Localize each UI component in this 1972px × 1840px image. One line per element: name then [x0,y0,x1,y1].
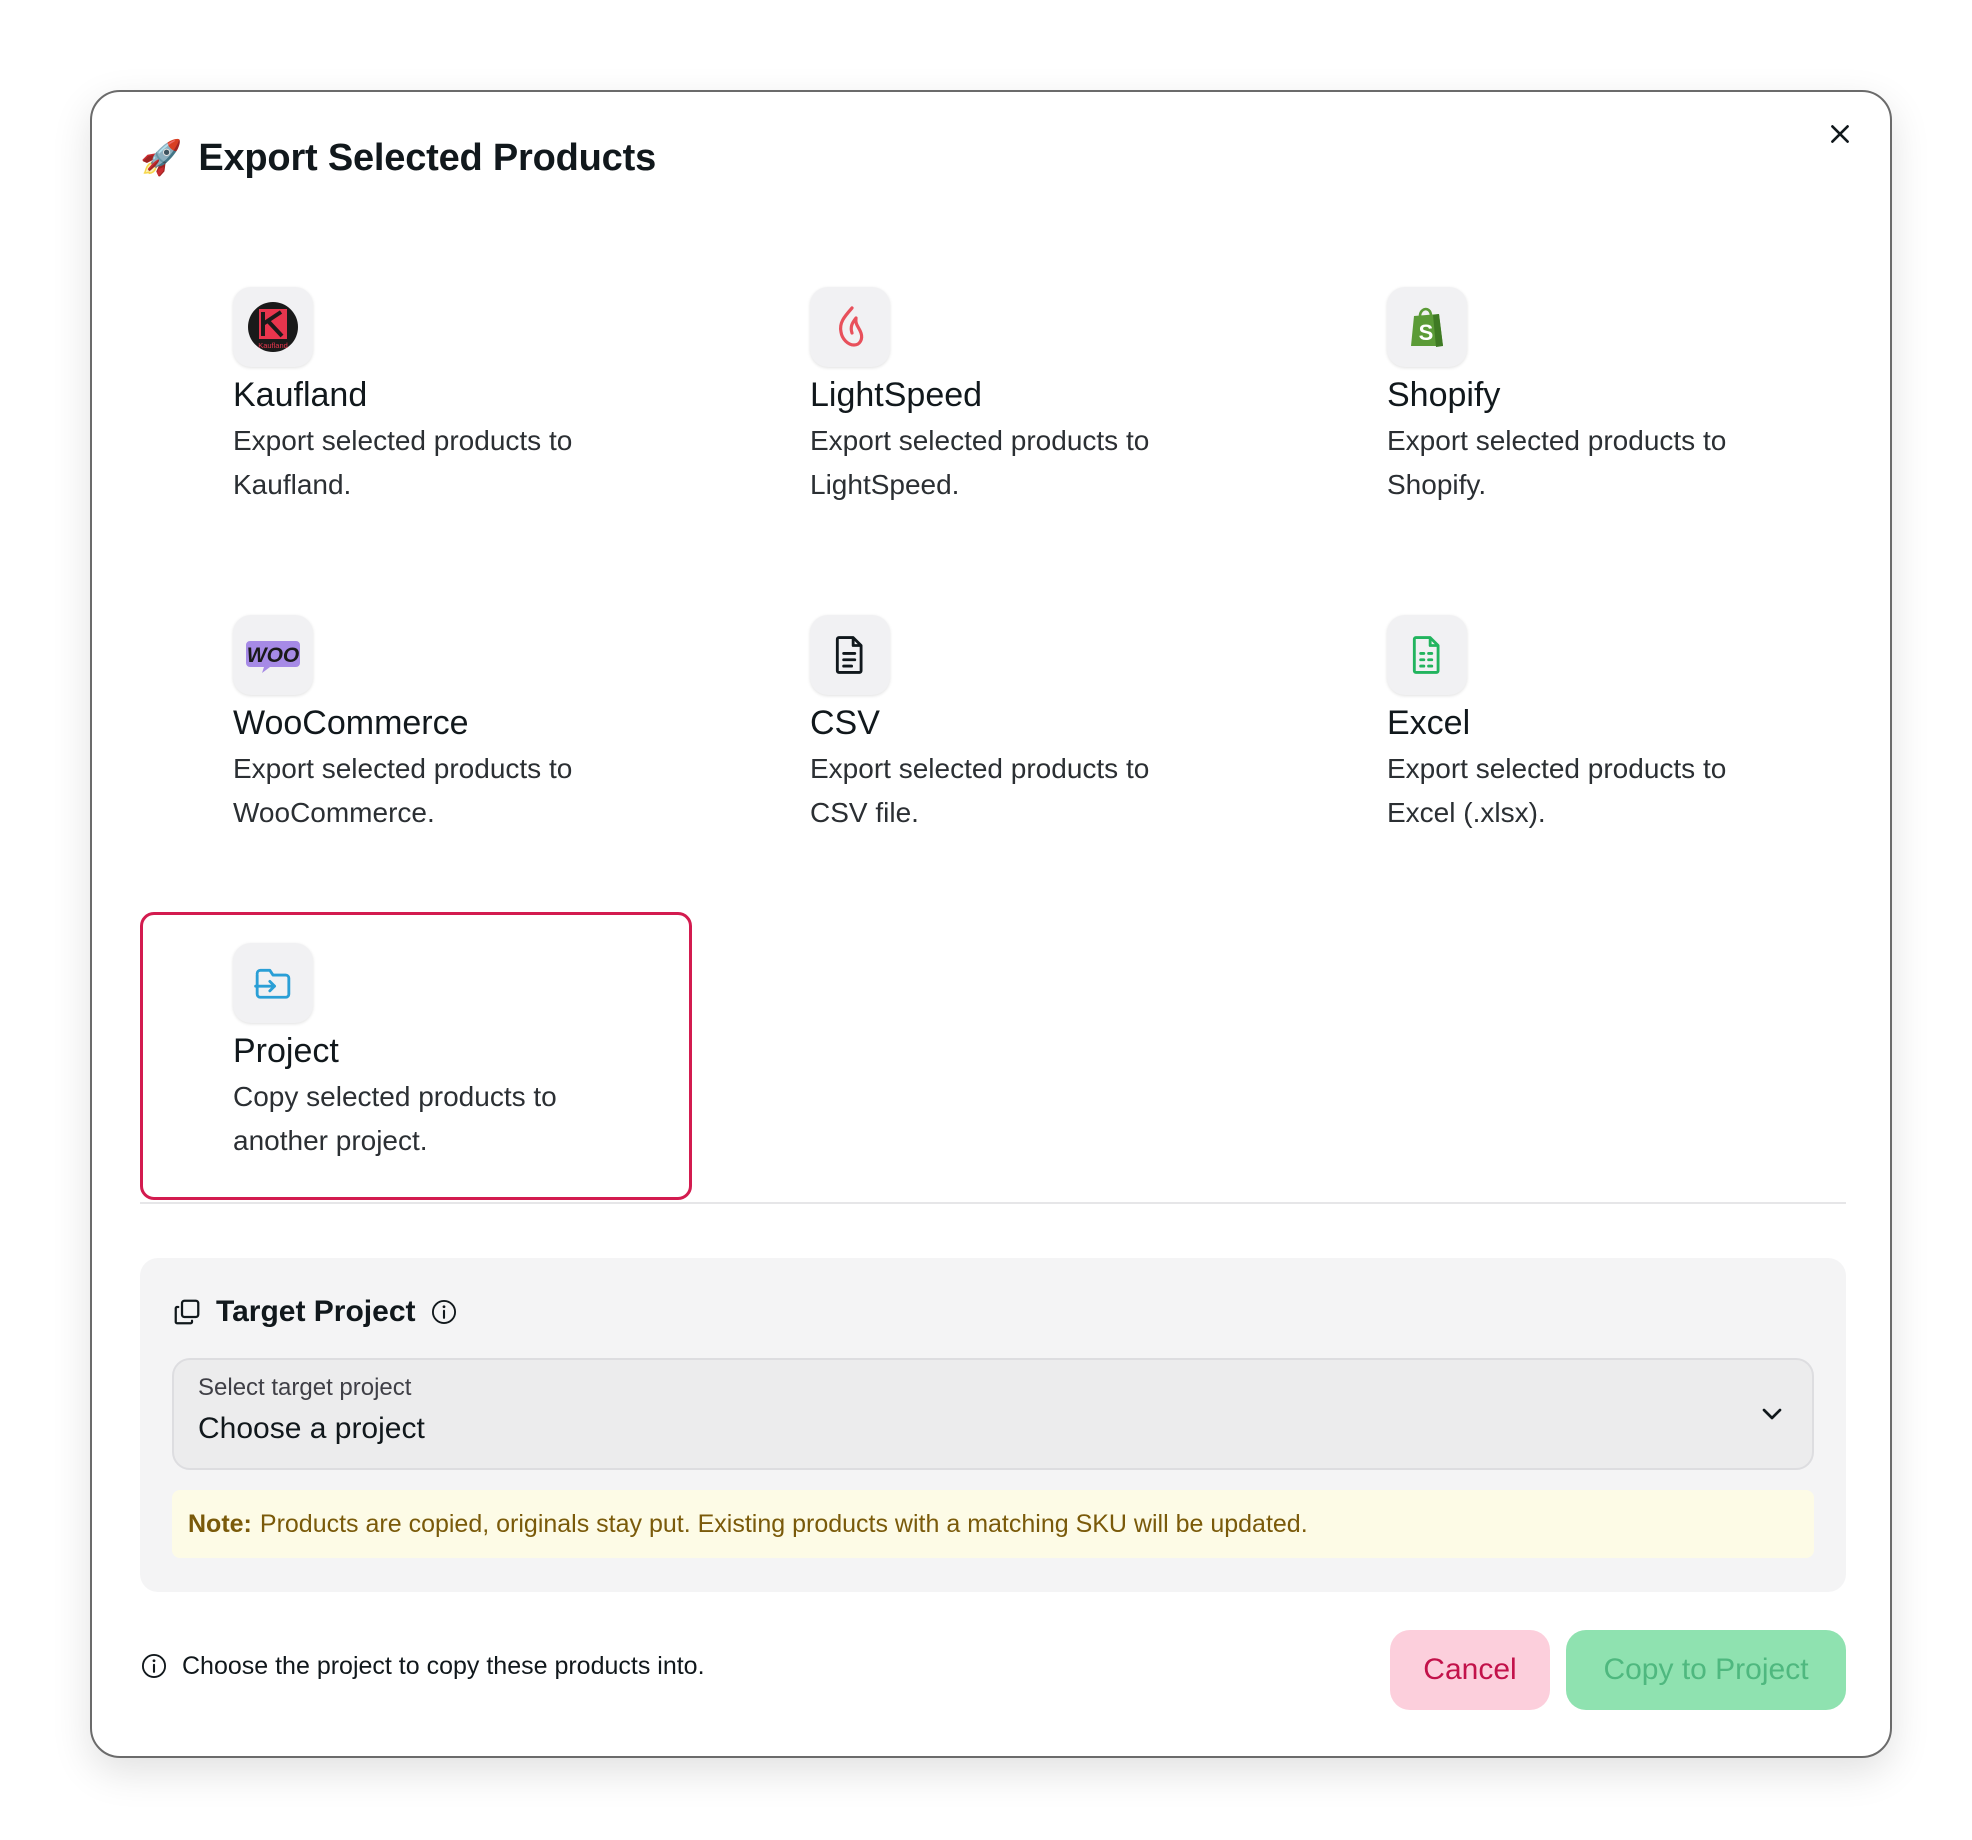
option-title: CSV [810,704,880,742]
target-project-header: Target Project [172,1292,458,1332]
export-dialog: 🚀 Export Selected Products Kaufland Kauf… [90,90,1892,1758]
card-icon-container: S [1387,287,1467,367]
option-title: Project [233,1032,339,1070]
copy-note: Note: Products are copied, originals sta… [172,1490,1814,1558]
option-title: Excel [1387,704,1471,742]
card-icon-container [1387,615,1467,695]
option-description: Export selected products to Shopify. [1387,425,1727,500]
export-option-excel[interactable]: Excel Export selected products to Excel … [1294,584,1846,872]
export-option-kaufland[interactable]: Kaufland Kaufland Export selected produc… [140,256,692,544]
svg-text:S: S [1419,320,1434,345]
card-icon-container: Kaufland [233,287,313,367]
export-options-grid: Kaufland Kaufland Export selected produc… [140,256,1846,1200]
chevron-down-icon [1762,1408,1782,1420]
card-icon-container [233,943,313,1023]
close-icon [1831,125,1849,143]
close-button[interactable] [1820,114,1860,154]
card-icon-container [810,287,890,367]
note-text: Products are copied, originals stay put.… [259,1509,1308,1538]
select-label: Select target project [198,1374,412,1401]
note-label: Note: [188,1509,252,1538]
option-title: LightSpeed [810,376,983,414]
svg-text:WOO: WOO [247,644,300,667]
spreadsheet-icon [1412,636,1440,674]
folder-import-icon [254,968,291,999]
footer-hint: Choose the project to copy these product… [140,1646,705,1686]
copy-icon [174,1299,200,1325]
shopify-bag-icon: S [1411,307,1443,347]
export-option-project[interactable]: Project Copy selected products to anothe… [140,912,692,1200]
target-project-title: Target Project [216,1295,416,1328]
info-icon[interactable] [430,1298,458,1326]
target-project-select[interactable]: Select target project Choose a project [172,1358,1814,1470]
option-description: Export selected products to Excel (.xlsx… [1387,753,1727,828]
dialog-title: Export Selected Products [198,136,657,179]
option-description: Export selected products to CSV file. [810,753,1150,828]
select-value: Choose a project [198,1412,425,1445]
option-description: Export selected products to WooCommerce. [233,753,573,828]
option-title: Kaufland [233,376,368,414]
woo-logo-icon: WOO [246,641,300,673]
option-description: Copy selected products to another projec… [233,1081,557,1156]
copy-to-project-button[interactable]: Copy to Project [1566,1630,1846,1710]
option-description: Export selected products to Kaufland. [233,425,573,500]
info-icon [141,1653,167,1679]
export-option-csv[interactable]: CSV Export selected products to CSV file… [717,584,1269,872]
dialog-header: 🚀 Export Selected Products [140,128,656,188]
lightspeed-flame-icon [838,306,864,347]
export-option-lightspeed[interactable]: LightSpeed Export selected products to L… [717,256,1269,544]
target-project-panel: Target Project Select target project Cho… [140,1258,1846,1592]
card-icon-container [810,615,890,695]
card-icon-container: WOO [233,615,313,695]
export-option-shopify[interactable]: S Shopify Export selected products to Sh… [1294,256,1846,544]
footer-hint-text: Choose the project to copy these product… [182,1651,705,1680]
option-title: WooCommerce [233,704,469,742]
svg-text:Kaufland: Kaufland [258,341,288,350]
cancel-button[interactable]: Cancel [1390,1630,1550,1710]
rocket-icon: 🚀 [140,139,183,177]
section-divider [140,1202,1846,1204]
export-option-woocommerce[interactable]: WOO WooCommerce Export selected products… [140,584,692,872]
option-description: Export selected products to LightSpeed. [810,425,1150,500]
document-text-icon [835,636,863,674]
kaufland-logo-icon: Kaufland [248,302,298,352]
option-title: Shopify [1387,376,1501,414]
